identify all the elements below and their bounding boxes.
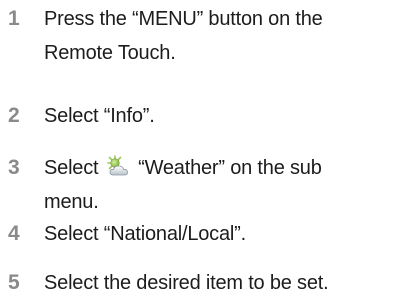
step-text-line: menu. (44, 191, 99, 213)
step-text-line: Remote Touch. (44, 42, 176, 64)
instruction-steps: 1 Press the “MENU” button on the Remote … (0, 0, 403, 303)
step-text-line: Press the “MENU” button on the (44, 8, 323, 30)
step-number: 1 (8, 7, 20, 30)
step-text-line: Select the desired item to be set. (44, 272, 329, 294)
step-text-weather: “Weather” on the sub (138, 157, 322, 179)
step-text-line: Select “National/Local”. (44, 223, 246, 245)
step-number: 3 (8, 156, 20, 179)
step-text-select: Select (44, 157, 99, 179)
step-number: 2 (8, 104, 20, 127)
step-number: 5 (8, 271, 20, 294)
weather-icon (106, 155, 130, 179)
step-number: 4 (8, 222, 20, 245)
step-text-line: Select “Weather” on the sub (44, 153, 400, 183)
step-text-line: Select “Info”. (44, 105, 155, 127)
